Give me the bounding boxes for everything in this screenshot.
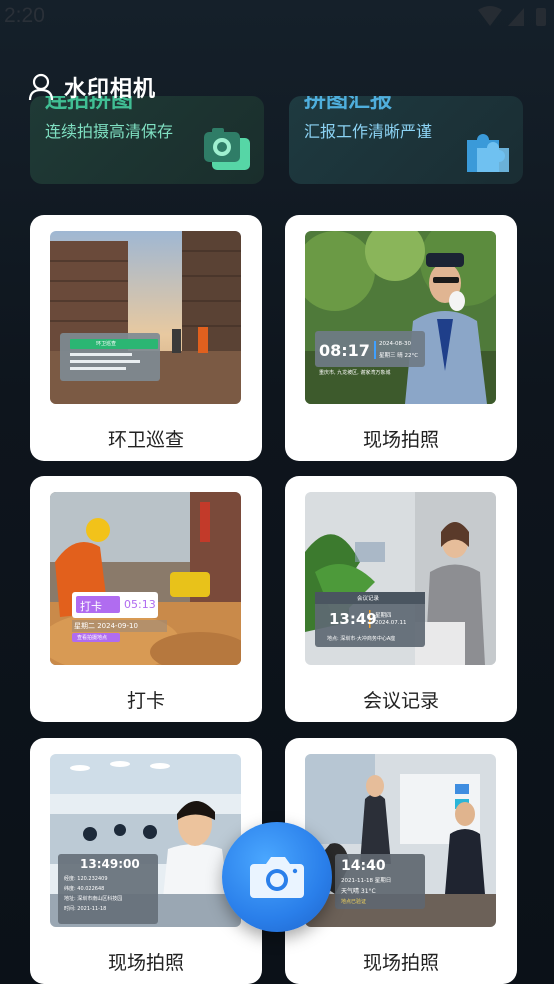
watermark-tag: 打卡 bbox=[80, 600, 102, 613]
feature-card-report[interactable]: 拼图汇报 汇报工作清晰严谨 bbox=[289, 96, 523, 184]
template-photo: 打卡 05:13 星期二 2024-09-10 查看拍摄地点 bbox=[50, 492, 241, 665]
status-time: 2:20 bbox=[4, 4, 45, 27]
feature-title: 拼图汇报 bbox=[304, 96, 393, 113]
watermark-time: 05:13 bbox=[124, 598, 156, 611]
watermark-date: 星期二 2024-09-10 bbox=[74, 622, 138, 630]
watermark-week: 星期四 bbox=[375, 613, 392, 619]
template-photo: 14:40 2021-11-18 星期日 天气晴 31°C 地点已验证 bbox=[305, 754, 496, 927]
status-bar: 2:20 bbox=[0, 0, 554, 34]
watermark-location: 地点: 深圳市·大冲商务中心A座 bbox=[327, 636, 396, 642]
feature-card-continuous[interactable]: 连拍拼图 连续拍摄高清保存 bbox=[30, 96, 264, 184]
battery-icon bbox=[536, 8, 546, 26]
watermark-title: 会议记录 bbox=[357, 596, 380, 602]
watermark-title: 环卫巡查 bbox=[96, 341, 117, 347]
watermark-week: 星期三 晴 22°C bbox=[379, 353, 419, 359]
template-label: 现场拍照 bbox=[362, 952, 439, 974]
watermark-date: 2024-08-30 bbox=[379, 341, 411, 347]
camera-icon bbox=[204, 128, 250, 170]
template-photo: 13:49:00 经度: 120.232409 纬度: 40.022648 地址… bbox=[50, 754, 241, 927]
template-card-onsite[interactable]: 08:17 2024-08-30 星期三 晴 22°C 重庆市, 九龙坡区, 谢… bbox=[285, 215, 517, 461]
watermark-date: 2024.07.11 bbox=[375, 620, 407, 626]
watermark-time: 14:40 bbox=[341, 858, 386, 874]
template-photo: 08:17 2024-08-30 星期三 晴 22°C 重庆市, 九龙坡区, 谢… bbox=[305, 231, 496, 404]
template-card-sanitation[interactable]: 环卫巡查 环卫巡查 bbox=[30, 215, 262, 461]
status-icons bbox=[478, 6, 546, 26]
puzzle-icon bbox=[467, 134, 509, 172]
app-header: 水印相机 bbox=[28, 70, 156, 104]
user-icon[interactable] bbox=[28, 73, 54, 101]
watermark-date: 2021-11-18 星期日 bbox=[341, 878, 392, 884]
watermark-time: 13:49 bbox=[329, 610, 377, 628]
watermark-address: 地址: 深圳市南山区科技园 bbox=[64, 896, 123, 902]
watermark-location: 重庆市, 九龙坡区, 谢家湾万象城 bbox=[319, 370, 391, 376]
watermark-time: 13:49:00 bbox=[80, 857, 140, 871]
template-label: 会议记录 bbox=[362, 690, 439, 712]
watermark-weather: 天气晴 31°C bbox=[341, 888, 376, 895]
template-photo: 环卫巡查 bbox=[50, 231, 241, 404]
camera-icon bbox=[250, 857, 304, 898]
watermark-latitude: 纬度: 40.022648 bbox=[64, 886, 105, 892]
camera-button[interactable] bbox=[222, 822, 332, 932]
watermark-note: 查看拍摄地点 bbox=[77, 635, 108, 641]
template-card-checkin[interactable]: 打卡 05:13 星期二 2024-09-10 查看拍摄地点 打卡 bbox=[30, 476, 262, 722]
watermark-time: 08:17 bbox=[319, 341, 370, 360]
watermark-date: 时间: 2021-11-18 bbox=[64, 906, 107, 912]
template-label: 现场拍照 bbox=[107, 952, 184, 974]
template-label: 打卡 bbox=[126, 690, 165, 712]
signal-icon bbox=[508, 8, 524, 26]
template-label: 现场拍照 bbox=[362, 429, 439, 451]
template-photo: 会议记录 13:49 星期四 2024.07.11 地点: 深圳市·大冲商务中心… bbox=[305, 492, 496, 665]
watermark-note: 地点已验证 bbox=[341, 899, 367, 905]
wifi-icon bbox=[478, 6, 502, 26]
template-card-meeting[interactable]: 会议记录 13:49 星期四 2024.07.11 地点: 深圳市·大冲商务中心… bbox=[285, 476, 517, 722]
watermark-longitude: 经度: 120.232409 bbox=[64, 876, 108, 882]
template-label: 环卫巡查 bbox=[107, 429, 184, 451]
feature-subtitle: 汇报工作清晰严谨 bbox=[304, 122, 433, 141]
feature-subtitle: 连续拍摄高清保存 bbox=[45, 122, 174, 141]
page-title: 水印相机 bbox=[64, 77, 157, 102]
